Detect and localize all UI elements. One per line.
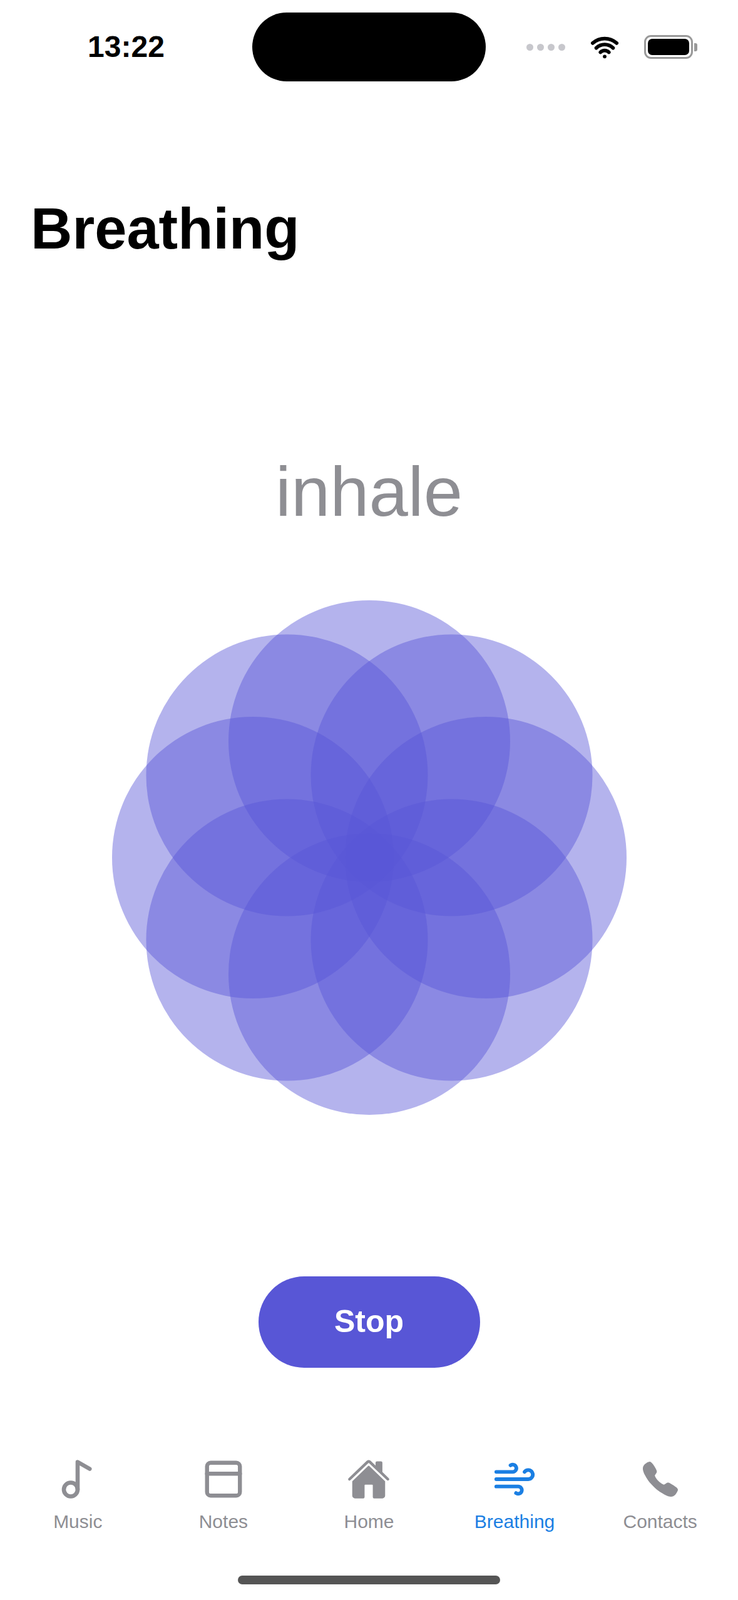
phase-label: inhale [275, 450, 463, 534]
signal-icon [526, 43, 566, 51]
dynamic-island [252, 12, 486, 82]
tab-label: Contacts [622, 1509, 697, 1535]
tab-item[interactable]: Notes [150, 1456, 297, 1535]
tab-label: Notes [199, 1509, 248, 1535]
breathing-flower-icon [106, 594, 633, 1121]
tab-item[interactable]: Contacts [587, 1456, 733, 1535]
tab-label: Breathing [474, 1509, 555, 1535]
battery-icon [644, 35, 698, 59]
screen: 13:22 Breathing inhale Stop Music Notes Home Br… [0, 0, 738, 1600]
tab-label: Home [343, 1509, 394, 1535]
status-time: 13:22 [87, 28, 165, 66]
tab-item[interactable]: Breathing [441, 1456, 588, 1535]
tab-label: Music [53, 1509, 103, 1535]
page-title: Breathing [30, 194, 708, 263]
wifi-icon [590, 32, 620, 62]
house-icon [346, 1457, 391, 1502]
window-icon [201, 1457, 246, 1502]
tab-bar: Music Notes Home Breathing Contacts [0, 1434, 738, 1585]
stop-button[interactable]: Stop [258, 1276, 481, 1368]
music-note-icon [56, 1458, 99, 1500]
status-bar: 13:22 [0, 0, 738, 94]
tab-item[interactable]: Home [296, 1456, 442, 1535]
phone-icon [640, 1459, 681, 1500]
tab-item[interactable]: Music [5, 1456, 151, 1535]
wind-icon [492, 1457, 537, 1502]
home-indicator [237, 1575, 501, 1585]
